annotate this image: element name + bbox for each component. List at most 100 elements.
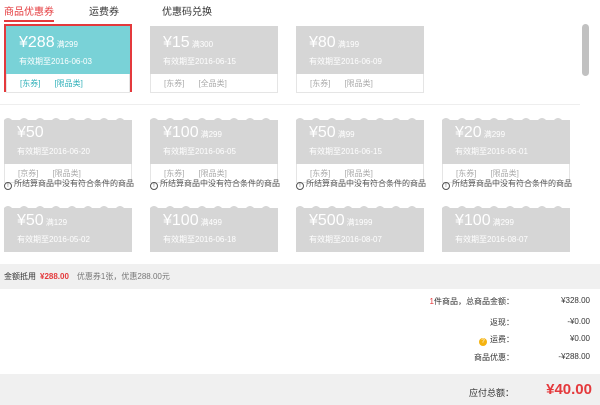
coupon-amount: ¥15 — [163, 34, 190, 51]
coupon-condition: 满299 — [200, 130, 222, 139]
coupon-tag: [限品类] — [344, 169, 373, 178]
discount-row: 商品优惠： -¥288.00 — [380, 352, 592, 364]
wavy-edge — [296, 116, 424, 120]
coupon-condition: 满199 — [337, 40, 360, 49]
payable-value: ¥40.00 — [546, 381, 592, 398]
coupon-card[interactable]: ¥15 满300 有效期至2016-06-15 [东券] [全品类] — [150, 26, 278, 96]
wavy-edge — [442, 204, 570, 208]
coupon-amount: ¥50 — [17, 124, 44, 141]
coupon-tag: [东券] — [456, 169, 477, 178]
payable-label: 应付总额： — [468, 388, 514, 398]
coupon-face: ¥80 满199 有效期至2016-06-09 — [296, 26, 424, 74]
coupon-validity: 有效期至2016-06-18 — [163, 235, 236, 244]
coupon-face: ¥288 满299 有效期至2016-06-03 — [6, 26, 130, 74]
unavailable-note: ! 所结算商品中没有符合条件的商品 — [442, 178, 572, 190]
coupon-condition: 满299 — [483, 130, 506, 139]
coupon-tag: [东券] — [20, 79, 41, 88]
coupon-tag: [限品类] — [198, 169, 227, 178]
coupon-face: ¥50 满99 有效期至2016-06-15 — [296, 116, 424, 164]
summary-amount: ¥288.00 — [40, 272, 69, 281]
note-text: 所结算商品中没有符合条件的商品 — [306, 179, 426, 188]
summary-label: 金额抵用 — [4, 272, 36, 281]
coupon-validity: 有效期至2016-06-05 — [163, 147, 236, 156]
coupon-validity: 有效期至2016-06-01 — [455, 147, 528, 156]
wavy-edge — [296, 204, 424, 208]
coupon-validity: 有效期至2016-08-07 — [455, 235, 528, 244]
summary-detail: 优惠券1张，优惠288.00元 — [76, 272, 170, 281]
coupon-condition: 满299 — [492, 218, 514, 227]
rebate-value: -¥0.00 — [567, 317, 590, 326]
coupon-tag: [限品类] — [54, 79, 83, 88]
shipping-row: ? 运费： ¥0.00 — [380, 334, 592, 346]
wavy-edge — [442, 116, 570, 120]
coupon-condition: 满499 — [200, 218, 222, 227]
coupon-validity: 有效期至2016-05-02 — [17, 235, 90, 244]
section-divider — [0, 104, 580, 105]
info-icon: ! — [4, 182, 12, 190]
wavy-edge — [4, 204, 132, 208]
note-text: 所结算商品中没有符合条件的商品 — [14, 179, 134, 188]
shipping-value: ¥0.00 — [569, 334, 590, 343]
coupon-tag: [东券] — [310, 79, 331, 88]
unavailable-note: ! 所结算商品中没有符合条件的商品 — [150, 178, 280, 190]
items-total-value: ¥328.00 — [561, 296, 590, 305]
coupon-face: ¥100 满299 有效期至2016-06-05 — [150, 116, 278, 164]
coupon-card[interactable]: ¥50 满129 有效期至2016-05-02 — [4, 204, 132, 264]
payable-bar: 应付总额： ¥40.00 — [0, 374, 600, 405]
shipping-label: 运费： — [490, 335, 514, 344]
coupon-tag: [全品类] — [198, 79, 227, 88]
tab-promo-code[interactable]: 优惠码兑换 — [162, 3, 212, 18]
info-icon: ! — [296, 182, 304, 190]
coupon-card[interactable]: ¥100 满299 有效期至2016-06-05 [东券] [限品类] — [150, 116, 278, 186]
coupon-tag: [限品类] — [490, 169, 519, 178]
coupon-amount: ¥100 — [163, 124, 199, 141]
coupon-condition: 满299 — [56, 40, 78, 49]
coupon-tag: [限品类] — [52, 169, 81, 178]
coupon-card[interactable]: ¥500 满1999 有效期至2016-08-07 — [296, 204, 424, 264]
coupon-amount: ¥80 — [309, 34, 336, 51]
coupon-tag: [东券] — [164, 169, 185, 178]
coupon-amount: ¥50 — [17, 212, 44, 229]
coupon-card[interactable]: ¥50 满99 有效期至2016-06-15 [东券] [限品类] — [296, 116, 424, 186]
discount-summary: 金额抵用 ¥288.00 优惠券1张，优惠288.00元 — [0, 264, 600, 289]
coupon-validity: 有效期至2016-06-20 — [17, 147, 90, 156]
rebate-row: 返现： -¥0.00 — [380, 317, 592, 329]
note-text: 所结算商品中没有符合条件的商品 — [452, 179, 572, 188]
unavailable-note: ! 所结算商品中没有符合条件的商品 — [296, 178, 426, 190]
coupon-face: ¥50 满129 有效期至2016-05-02 — [4, 204, 132, 252]
coupon-face: ¥100 满299 有效期至2016-08-07 — [442, 204, 570, 252]
coupon-face: ¥50 有效期至2016-06-20 — [4, 116, 132, 164]
coupon-condition: 满300 — [191, 40, 214, 49]
coupon-amount: ¥20 — [455, 124, 482, 141]
coupon-face: ¥500 满1999 有效期至2016-08-07 — [296, 204, 424, 252]
coupon-tags: [东券] [全品类] — [150, 74, 278, 93]
coupon-card[interactable]: ¥80 满199 有效期至2016-06-09 [东券] [限品类] — [296, 26, 424, 96]
coupon-face: ¥15 满300 有效期至2016-06-15 — [150, 26, 278, 74]
coupon-list[interactable]: ¥288 满299 有效期至2016-06-03 [东券] [限品类] ¥15 满30… — [0, 20, 580, 264]
coupon-tags: [东券] [限品类] — [6, 74, 130, 93]
wavy-edge — [150, 204, 278, 208]
rebate-label: 返现： — [490, 318, 514, 327]
coupon-validity: 有效期至2016-06-03 — [19, 57, 92, 66]
coupon-tag: [限品类] — [344, 79, 373, 88]
unavailable-note: ! 所结算商品中没有符合条件的商品 — [4, 178, 134, 190]
coupon-condition: 满1999 — [346, 218, 373, 227]
scrollbar-thumb[interactable] — [582, 24, 589, 76]
coupon-card[interactable]: ¥100 满299 有效期至2016-08-07 — [442, 204, 570, 264]
question-icon[interactable]: ? — [479, 338, 487, 346]
coupon-validity: 有效期至2016-08-07 — [309, 235, 382, 244]
coupon-card[interactable]: ¥288 满299 有效期至2016-06-03 [东券] [限品类] — [4, 24, 132, 93]
info-icon: ! — [150, 182, 158, 190]
tab-shipping-coupons[interactable]: 运费券 — [89, 3, 119, 18]
coupon-card[interactable]: ¥50 有效期至2016-06-20 [京券] [限品类] — [4, 116, 132, 186]
wavy-edge — [150, 116, 278, 120]
items-total-label: 件商品，总商品金额： — [434, 297, 514, 306]
coupon-card[interactable]: ¥20 满299 有效期至2016-06-01 [东券] [限品类] — [442, 116, 570, 186]
items-total-row: 1件商品，总商品金额： ¥328.00 — [380, 296, 592, 308]
coupon-amount: ¥100 — [455, 212, 491, 229]
coupon-tag: [东券] — [310, 169, 331, 178]
coupon-amount: ¥50 — [309, 124, 336, 141]
coupon-card[interactable]: ¥100 满499 有效期至2016-06-18 — [150, 204, 278, 264]
coupon-condition: 满129 — [45, 218, 68, 227]
coupon-tags: [东券] [限品类] — [296, 74, 424, 93]
